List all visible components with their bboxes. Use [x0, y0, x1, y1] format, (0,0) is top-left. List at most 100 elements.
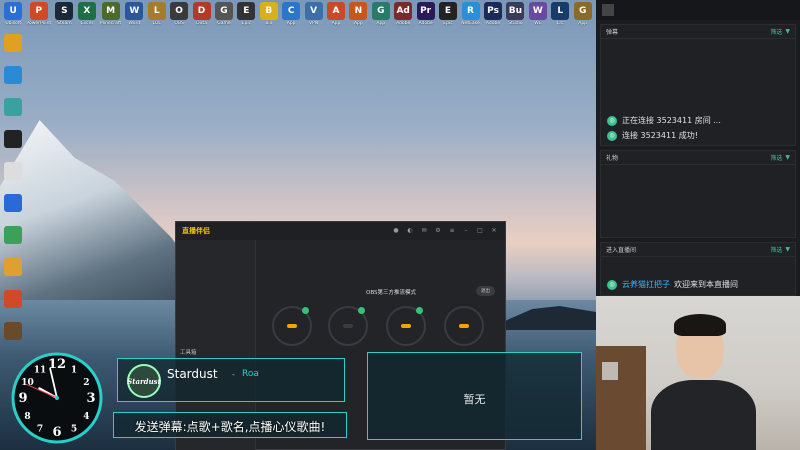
desktop-top-icons: U Ubisoft P PowerPoint S Steam X Excel M Minecraf…: [0, 0, 596, 34]
desktop-app-icon[interactable]: U Ubisoft: [4, 2, 23, 34]
user-avatar-icon: ◎: [607, 279, 617, 290]
desktop-left-icons: [0, 34, 26, 354]
desktop-app-glyph: V: [304, 2, 323, 20]
desktop-app-icon[interactable]: D Dota: [192, 2, 211, 34]
desktop-app-label: Adobe: [485, 21, 501, 26]
desktop-app-label: OBS: [174, 21, 184, 26]
clock-numeral: 6: [52, 425, 61, 440]
desktop-app-icon[interactable]: Ps Adobe: [484, 2, 503, 34]
avatar-icon[interactable]: ●: [391, 226, 401, 236]
desktop-app-icon[interactable]: E Epic: [439, 2, 457, 34]
desktop-app-icon[interactable]: M Minecraft: [100, 2, 121, 34]
song-request-banner: 发送弹幕:点歌+歌名,点播心仪歌曲!: [113, 412, 347, 438]
desktop-shortcut-icon[interactable]: [0, 226, 26, 258]
chevron-down-icon[interactable]: ▼: [785, 154, 790, 161]
desktop-app-glyph: P: [29, 2, 48, 20]
desktop-app-label: Adobe: [396, 21, 411, 26]
app-titlebar[interactable]: 直播伴侣 ● ◐ ✉ ⚙ ≡ – □ ✕: [176, 222, 505, 240]
queue-empty-text: 暂无: [463, 393, 486, 406]
gift-filter-button[interactable]: 筛选: [770, 153, 782, 162]
desktop-app-icon[interactable]: Pr Adobe: [416, 2, 435, 34]
desktop-app-icon[interactable]: V VPN: [304, 2, 323, 34]
desktop-app-icon[interactable]: O OBS: [170, 2, 189, 34]
danmaku-filter-button[interactable]: 筛选: [770, 27, 782, 36]
chat-message-text: 连接 3523411 成功!: [622, 131, 698, 140]
maximize-icon[interactable]: □: [475, 226, 485, 236]
enter-panel: 进入直播间 筛选 ▼ ◎ 云养猫扛把子 欢迎来到本直播间: [600, 242, 796, 296]
desktop-app-glyph: L: [147, 2, 166, 20]
desktop-shortcut-icon[interactable]: [0, 162, 26, 194]
desktop-shortcut-icon[interactable]: [0, 66, 26, 98]
desktop-shortcut-icon[interactable]: [0, 290, 26, 322]
system-icon: ◎: [607, 130, 617, 141]
chevron-down-icon[interactable]: ▼: [785, 28, 790, 35]
desktop-app-label: VPN: [308, 21, 319, 26]
desktop-app-icon[interactable]: C App: [282, 2, 301, 34]
desktop-shortcut-icon[interactable]: [0, 34, 26, 66]
settings-icon[interactable]: ⚙: [433, 226, 443, 236]
desktop-shortcut-glyph: [4, 66, 22, 84]
desktop-app-label: LOL: [152, 21, 161, 26]
desktop-app-icon[interactable]: G Game: [214, 2, 233, 34]
step-1[interactable]: [272, 306, 312, 346]
desktop-shortcut-icon[interactable]: [0, 130, 26, 162]
clock-numeral: 7: [37, 424, 43, 434]
enter-filter-button[interactable]: 筛选: [770, 245, 782, 254]
desktop-shortcut-icon[interactable]: [0, 194, 26, 226]
desktop-app-icon[interactable]: S Steam: [55, 2, 74, 34]
desktop-shortcut-glyph: [4, 194, 22, 212]
desktop-app-icon[interactable]: Ad Adobe: [394, 2, 413, 34]
now-playing-separator: -: [232, 370, 235, 379]
message-icon[interactable]: ✉: [419, 226, 429, 236]
obs-exit-button[interactable]: 退出: [476, 286, 495, 296]
music-bar[interactable]: [596, 0, 800, 20]
clock-widget: 12 1234567891011: [11, 352, 103, 444]
desktop-app-icon[interactable]: N App: [349, 2, 368, 34]
desktop-app-icon[interactable]: B Bili: [259, 2, 278, 34]
close-icon[interactable]: ✕: [489, 226, 499, 236]
desktop-app-label: PowerPoint: [26, 21, 52, 26]
skin-icon[interactable]: ◐: [405, 226, 415, 236]
desktop-app-icon[interactable]: R NetEase: [461, 2, 480, 34]
desktop-app-label: App: [286, 21, 296, 26]
desktop-shortcut-glyph: [4, 322, 22, 340]
desktop-app-label: App: [353, 21, 363, 26]
desktop-app-icon[interactable]: Bu Studio: [506, 2, 525, 34]
minimize-icon[interactable]: –: [461, 226, 471, 236]
desktop-shortcut-icon[interactable]: [0, 322, 26, 354]
desktop-app-icon[interactable]: A App: [326, 2, 345, 34]
desktop-app-glyph: W: [125, 2, 144, 20]
desktop-app-label: Epic: [241, 21, 252, 26]
desktop-app-icon[interactable]: L LOL: [147, 2, 166, 34]
chevron-down-icon[interactable]: ▼: [785, 246, 790, 253]
step-3-pill: [401, 324, 411, 328]
desktop-app-glyph: Pr: [416, 2, 435, 20]
step-3[interactable]: [386, 306, 426, 346]
enter-text: 欢迎来到本直播间: [674, 280, 738, 289]
enter-user[interactable]: 云养猫扛把子: [622, 279, 670, 290]
danmaku-title: 弹幕: [606, 29, 619, 36]
desktop-app-icon[interactable]: W WE: [528, 2, 547, 34]
desktop-app-glyph: M: [101, 2, 120, 20]
system-icon: ◎: [607, 115, 617, 126]
desktop-shortcut-icon[interactable]: [0, 98, 26, 130]
desktop-app-glyph: N: [349, 2, 368, 20]
desktop-app-icon[interactable]: P PowerPoint: [26, 2, 51, 34]
desktop-app-icon[interactable]: W Word: [125, 2, 144, 34]
album-art: Stardust: [127, 364, 161, 398]
clock-numeral: 4: [83, 412, 89, 422]
desktop-app-glyph: O: [170, 2, 189, 20]
desktop-app-icon[interactable]: L Lrc: [551, 2, 570, 34]
desktop-app-icon[interactable]: E Epic: [237, 2, 256, 34]
desktop-shortcut-icon[interactable]: [0, 258, 26, 290]
clock-numeral: 1: [71, 366, 77, 376]
gift-title: 礼物: [606, 155, 619, 162]
desktop-app-icon[interactable]: X Excel: [77, 2, 96, 34]
desktop-app-glyph: L: [551, 2, 570, 20]
desktop-app-icon[interactable]: G App: [573, 2, 592, 34]
desktop-app-glyph: S: [55, 2, 74, 20]
step-4[interactable]: [444, 306, 484, 346]
step-2[interactable]: [328, 306, 368, 346]
menu-icon[interactable]: ≡: [447, 226, 457, 236]
desktop-app-icon[interactable]: G App: [371, 2, 390, 34]
